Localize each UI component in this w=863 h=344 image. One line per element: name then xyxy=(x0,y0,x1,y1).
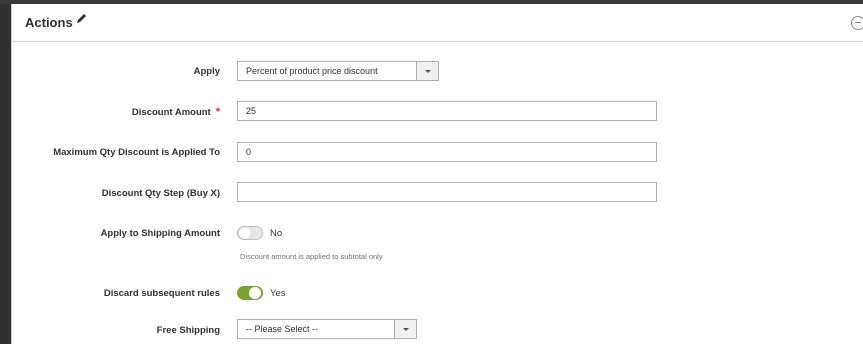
required-mark: * xyxy=(215,106,220,118)
chevron-down-icon xyxy=(416,62,438,80)
max-qty-label: Maximum Qty Discount is Applied To xyxy=(53,147,220,158)
apply-shipping-toggle[interactable] xyxy=(237,226,263,240)
free-shipping-select[interactable]: -- Please Select -- xyxy=(237,319,417,339)
max-qty-input[interactable]: 0 xyxy=(237,142,657,162)
apply-shipping-state: No xyxy=(270,228,283,239)
qty-step-label: Discount Qty Step (Buy X) xyxy=(101,188,220,199)
discount-amount-label: Discount Amount * xyxy=(0,106,220,118)
qty-step-input[interactable] xyxy=(237,182,657,202)
collapse-icon[interactable] xyxy=(851,16,863,30)
apply-label: Apply xyxy=(193,66,220,77)
free-shipping-label: Free Shipping xyxy=(156,325,220,336)
apply-select-value: Percent of product price discount xyxy=(246,66,378,76)
apply-shipping-note: Discount amount is applied to subtotal o… xyxy=(240,252,383,261)
toggle-knob xyxy=(249,287,261,299)
pencil-icon[interactable] xyxy=(75,13,87,25)
apply-select[interactable]: Percent of product price discount xyxy=(237,61,439,81)
section-header xyxy=(11,4,863,42)
discount-amount-input[interactable]: 25 xyxy=(237,101,657,121)
page-frame: Actions Apply Percent of product price d… xyxy=(0,0,863,344)
chevron-down-icon xyxy=(394,320,416,338)
discount-amount-label-text: Discount Amount xyxy=(131,107,211,118)
free-shipping-select-value: -- Please Select -- xyxy=(246,324,319,334)
toggle-knob xyxy=(239,227,251,239)
discard-rules-state: Yes xyxy=(270,288,286,299)
discard-rules-label: Discard subsequent rules xyxy=(103,288,220,299)
section-title: Actions xyxy=(25,15,73,30)
discard-rules-toggle[interactable] xyxy=(237,286,263,300)
apply-shipping-label: Apply to Shipping Amount xyxy=(100,228,220,239)
